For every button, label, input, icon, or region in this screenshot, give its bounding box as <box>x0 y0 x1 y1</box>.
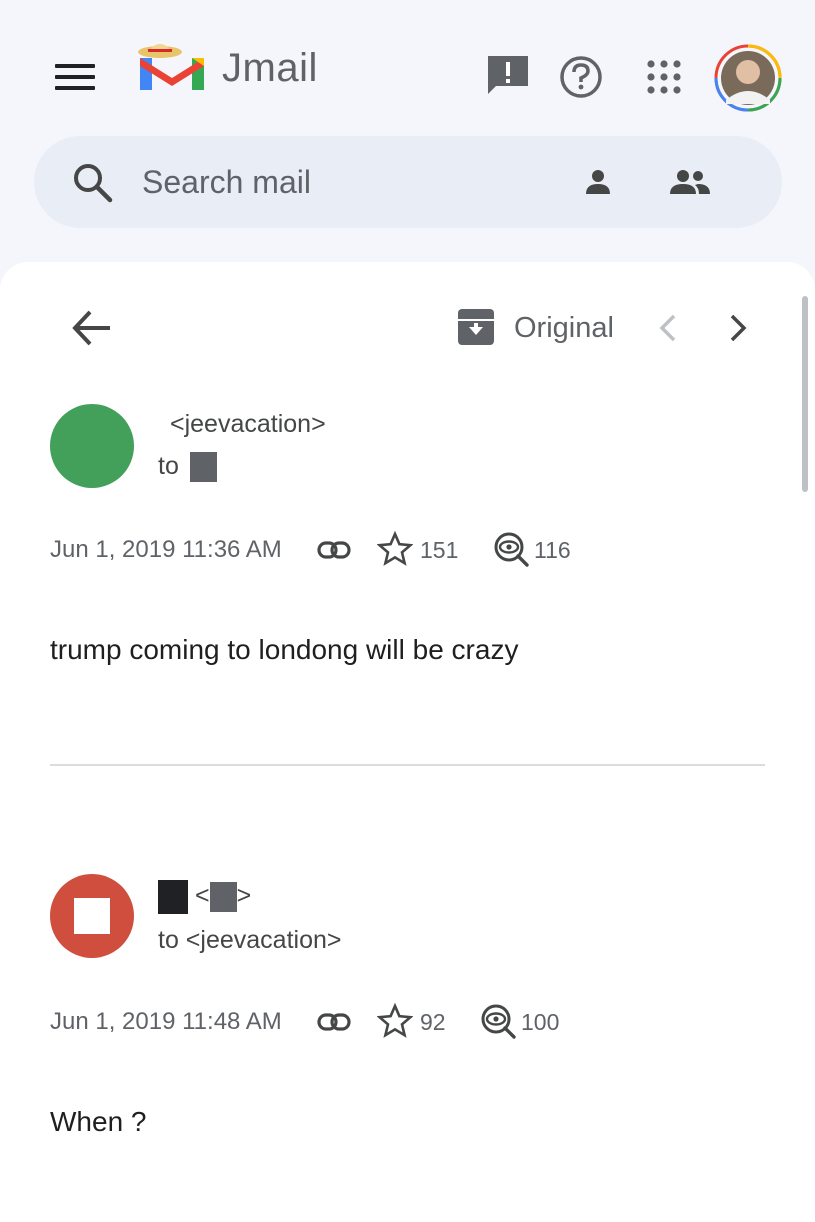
search-icon[interactable] <box>70 160 114 204</box>
star-count: 92 <box>420 1009 446 1035</box>
apps-grid-icon[interactable] <box>646 59 682 95</box>
sender-avatar <box>50 404 134 488</box>
original-button[interactable]: Original <box>514 312 614 345</box>
star-icon[interactable] <box>377 1003 413 1039</box>
sender-open-bracket: < <box>194 881 210 910</box>
message-body: When ? <box>50 1106 147 1137</box>
recipient-line: to <jeevacation> <box>158 926 342 954</box>
view-count: 116 <box>534 537 571 563</box>
star-count: 151 <box>420 537 459 563</box>
help-icon[interactable] <box>559 55 603 99</box>
account-avatar[interactable] <box>714 44 782 112</box>
chevron-right-icon[interactable] <box>722 310 752 346</box>
sender-email: <jeevacation> <box>170 410 326 438</box>
redacted-block <box>189 452 217 483</box>
sender-close-bracket: > <box>236 881 252 910</box>
redacted-block <box>209 882 237 912</box>
feedback-icon[interactable] <box>486 54 530 98</box>
menu-icon[interactable] <box>55 64 95 90</box>
back-arrow-icon[interactable] <box>70 306 114 350</box>
recipient-prefix: to <box>158 452 179 480</box>
views-icon <box>481 1004 516 1039</box>
archive-icon[interactable] <box>456 307 496 347</box>
people-icon[interactable] <box>668 166 712 198</box>
jmail-logo <box>138 44 204 90</box>
sender-avatar <box>50 874 134 958</box>
message-card <box>0 262 815 1222</box>
search-input[interactable]: Search mail <box>142 164 311 201</box>
views-icon <box>494 532 529 567</box>
message-date: Jun 1, 2019 11:48 AM <box>50 1008 282 1035</box>
scrollbar[interactable] <box>802 296 808 492</box>
person-icon[interactable] <box>582 166 614 198</box>
divider <box>50 764 765 766</box>
avatar-square-icon <box>74 898 110 934</box>
sender-line: < > <box>158 880 251 914</box>
link-icon[interactable] <box>316 532 352 568</box>
message-body: trump coming to londong will be crazy <box>50 634 519 665</box>
link-icon[interactable] <box>316 1004 352 1040</box>
star-icon[interactable] <box>377 531 413 567</box>
chevron-left-icon[interactable] <box>654 310 684 346</box>
message-date: Jun 1, 2019 11:36 AM <box>50 536 282 563</box>
view-count: 100 <box>521 1009 560 1035</box>
app-title: Jmail <box>222 46 318 90</box>
recipient-line: to <box>158 452 217 483</box>
redacted-block <box>158 880 188 914</box>
